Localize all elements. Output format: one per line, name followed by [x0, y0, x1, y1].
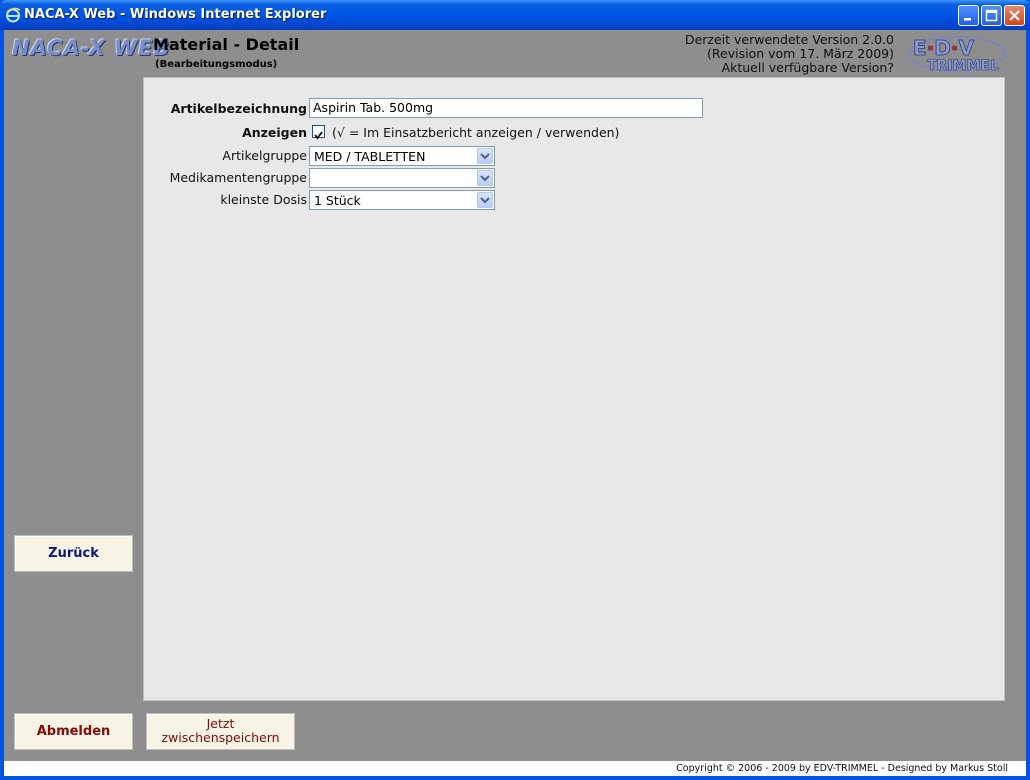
minimize-icon — [964, 18, 971, 21]
window-titlebar[interactable]: NACA-X Web - Windows Internet Explorer — [0, 0, 1030, 30]
medgroup-label: Medikamentengruppe — [169, 170, 307, 185]
medgroup-select[interactable] — [309, 168, 495, 188]
page-title: Material - Detail — [153, 35, 300, 54]
display-note: (√ = Im Einsatzbericht anzeigen / verwen… — [332, 125, 620, 140]
close-button[interactable] — [1004, 5, 1025, 26]
save-button-line2: zwischenspeichern — [161, 730, 280, 745]
maximize-button[interactable] — [981, 5, 1002, 26]
current-version-text: Derzeit verwendete Version 2.0.0 — [684, 32, 894, 47]
dose-label: kleinste Dosis — [220, 192, 307, 207]
display-checkbox[interactable] — [312, 125, 325, 140]
copyright-text: Copyright © 2006 - 2009 by EDV-TRIMMEL -… — [676, 763, 1008, 774]
chevron-down-icon[interactable] — [477, 192, 493, 208]
chevron-down-icon[interactable] — [477, 148, 493, 164]
window-title: NACA-X Web - Windows Internet Explorer — [24, 7, 327, 22]
version-info: Derzeit verwendete Version 2.0.0 (Revisi… — [685, 33, 894, 75]
checkmark-icon — [314, 131, 323, 140]
edv-trimmel-logo-icon: E·D·V TRIMMEL — [908, 36, 1006, 74]
available-version-link[interactable]: Aktuell verfügbare Version? — [685, 61, 894, 75]
display-label: Anzeigen — [242, 125, 307, 140]
form-panel: Artikelbezeichnung Aspirin Tab. 500mg An… — [143, 77, 1005, 701]
naca-x-web-logo: NACA-X WEB — [12, 36, 171, 60]
revision-text: (Revision vom 17. März 2009) — [707, 46, 894, 61]
svg-text:TRIMMEL: TRIMMEL — [927, 58, 999, 73]
internet-explorer-icon — [5, 7, 21, 23]
footer: Copyright © 2006 - 2009 by EDV-TRIMMEL -… — [4, 761, 1026, 776]
group-label: Artikelgruppe — [222, 148, 307, 163]
svg-text:E·D·V: E·D·V — [913, 36, 974, 60]
edv-trimmel-logo: E·D·V TRIMMEL — [907, 35, 1007, 74]
save-button-line1: Jetzt — [206, 716, 235, 731]
save-now-button[interactable]: Jetzt zwischenspeichern — [146, 713, 295, 750]
article-label: Artikelbezeichnung — [170, 101, 307, 116]
group-select[interactable]: MED / TABLETTEN — [309, 146, 495, 166]
group-select-value: MED / TABLETTEN — [314, 149, 426, 164]
browser-window: NACA-X Web - Windows Internet Explorer N… — [0, 0, 1030, 780]
page-content: NACA-X WEB Material - Detail (Bearbeitun… — [4, 30, 1026, 776]
back-button[interactable]: Zurück — [14, 535, 133, 572]
page-subtitle: (Bearbeitungsmodus) — [155, 59, 278, 70]
logout-button[interactable]: Abmelden — [14, 713, 133, 750]
minimize-button[interactable] — [958, 5, 979, 26]
dose-select-value: 1 Stück — [314, 193, 361, 208]
maximize-icon — [985, 9, 998, 22]
dose-select[interactable]: 1 Stück — [309, 190, 495, 210]
chevron-down-icon[interactable] — [477, 170, 493, 186]
close-icon — [1009, 10, 1020, 21]
article-input[interactable]: Aspirin Tab. 500mg — [309, 98, 703, 118]
